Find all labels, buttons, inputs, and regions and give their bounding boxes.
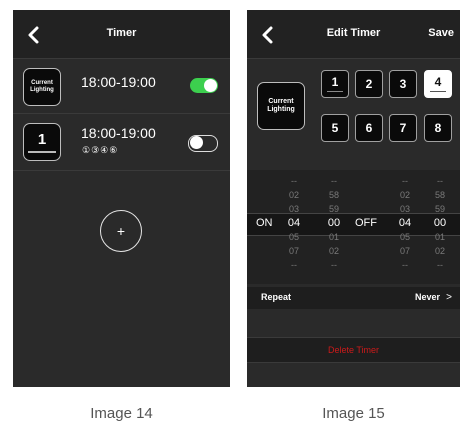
current-lighting-button[interactable]: Current Lighting — [257, 82, 305, 130]
channel-sublabel — [28, 151, 56, 153]
caption-image-15: Image 15 — [322, 405, 385, 422]
repeat-value: Never — [414, 292, 440, 302]
page-title: Timer — [106, 27, 137, 39]
timer-screen: Timer Current Lighting 18:00-19:00 1 18:… — [13, 10, 230, 387]
timer-days: ①③④⑥ — [82, 145, 119, 155]
repeat-label: Repeat — [261, 292, 292, 302]
channel-button-2[interactable]: 2 — [355, 70, 383, 98]
edit-timer-screen: Edit Timer Save Current Lighting 1 2 3 4… — [247, 10, 460, 387]
icon-label: Current Lighting — [30, 80, 54, 93]
repeat-row[interactable]: Repeat Never > — [247, 287, 460, 309]
timer-row[interactable]: Current Lighting 18:00-19:00 — [13, 59, 230, 114]
channel-button-1[interactable]: 1 — [321, 70, 349, 98]
timer-time: 18:00-19:00 — [81, 125, 156, 141]
on-minute-value: 00 — [327, 217, 341, 229]
off-minute-value: 00 — [433, 217, 447, 229]
header: Timer — [13, 10, 230, 59]
channel-button-8[interactable]: 8 — [424, 114, 452, 142]
header: Edit Timer Save — [247, 10, 460, 59]
channel-button-4[interactable]: 4 — [424, 70, 452, 98]
on-label: ON — [256, 217, 273, 229]
channel-icon: 1 — [23, 123, 61, 161]
timer-row[interactable]: 1 18:00-19:00 ①③④⑥ — [13, 114, 230, 171]
off-label: OFF — [355, 217, 377, 229]
plus-icon: + — [116, 223, 126, 239]
channel-button-3[interactable]: 3 — [389, 70, 417, 98]
caption-image-14: Image 14 — [90, 405, 153, 422]
channel-button-7[interactable]: 7 — [389, 114, 417, 142]
timer-toggle[interactable] — [188, 135, 218, 152]
off-hour-value: 04 — [398, 217, 412, 229]
on-hour-value: 04 — [287, 217, 301, 229]
toggle-knob — [204, 79, 217, 92]
save-button[interactable]: Save — [428, 27, 454, 39]
timer-toggle[interactable] — [190, 78, 218, 93]
delete-timer-button[interactable]: Delete Timer — [247, 337, 460, 363]
add-timer-button[interactable]: + — [100, 210, 142, 252]
toggle-knob — [190, 136, 203, 149]
current-lighting-label: Current Lighting — [267, 98, 295, 113]
channel-button-6[interactable]: 6 — [355, 114, 383, 142]
current-lighting-icon: Current Lighting — [23, 68, 61, 106]
chevron-right-icon: > — [446, 292, 452, 303]
channel-button-5[interactable]: 5 — [321, 114, 349, 142]
channel-number: 1 — [37, 131, 47, 148]
timer-time: 18:00-19:00 — [81, 74, 156, 90]
